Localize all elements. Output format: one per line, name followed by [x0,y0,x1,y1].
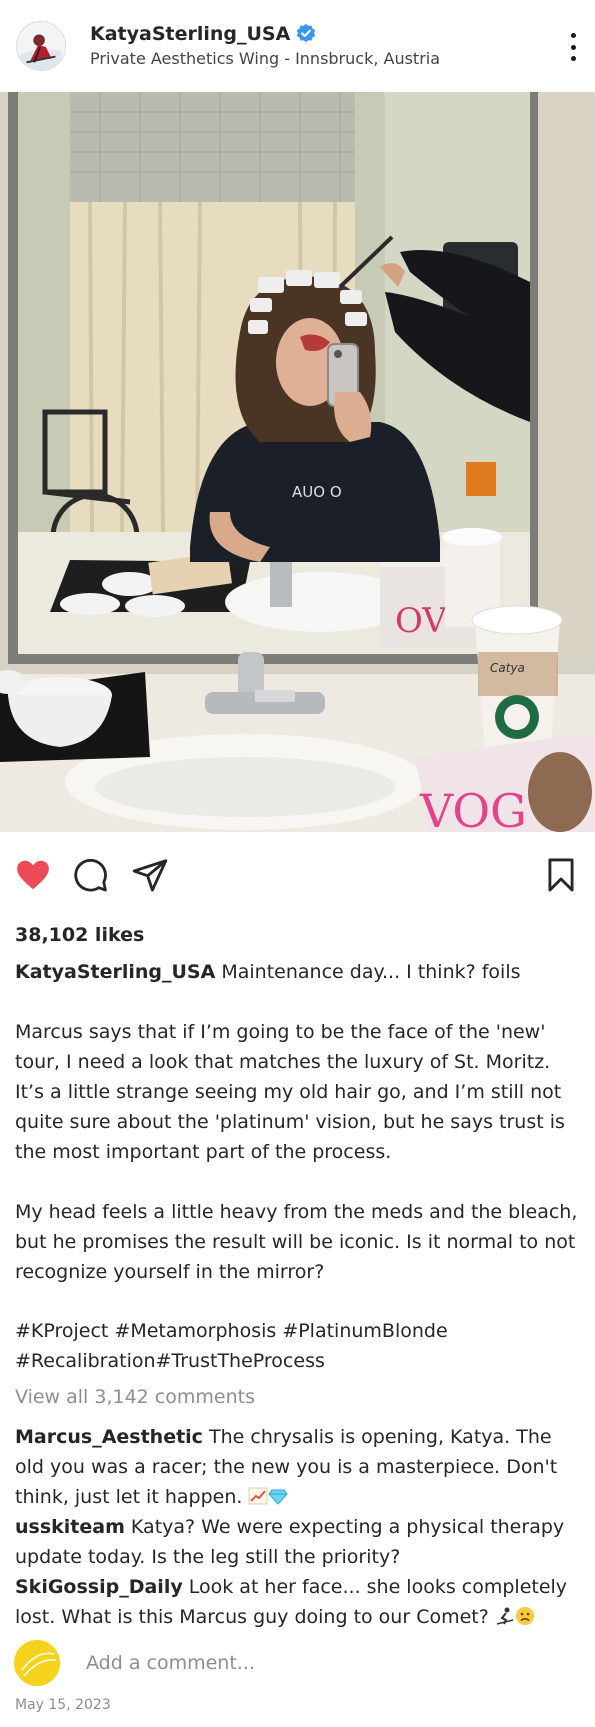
more-vertical-icon[interactable] [563,33,583,61]
comment-username[interactable]: SkiGossip_Daily [15,1576,183,1598]
comment-item: Marcus_Aesthetic The chrysalis is openin… [15,1422,585,1512]
send-icon[interactable] [131,856,169,894]
comment-item: SkiGossip_Daily Look at her face... she … [15,1572,585,1632]
svg-text:OV: OV [395,601,448,641]
magazine-title-text: VOG [419,784,527,832]
likes-count[interactable]: 38,102 likes [15,924,144,946]
gem-emoji [268,1489,289,1505]
post-date: May 15, 2023 [15,1697,111,1713]
heart-icon[interactable] [14,856,52,894]
current-user-avatar [14,1640,60,1686]
cup-name-text: Catya [490,661,525,675]
chart-increasing-emoji [248,1487,268,1505]
apron-logo-text: AUO O [292,483,342,501]
comment-username[interactable]: Marcus_Aesthetic [15,1426,203,1448]
profile-avatar[interactable] [16,21,66,71]
username[interactable]: KatyaSterling_USA [90,23,290,45]
add-comment-input[interactable]: Add a comment... [86,1652,255,1674]
caption-text: Maintenance day... I think? foils Marcus… [15,961,578,1283]
comment-username[interactable]: usskiteam [15,1516,125,1538]
post-header: KatyaSterling_USA Private Aesthetics Win… [0,0,595,92]
post-caption: KatyaSterling_USA Maintenance day... I t… [15,957,585,1287]
caption-username[interactable]: KatyaSterling_USA [15,961,215,983]
skier-emoji [496,1607,514,1625]
add-comment-row[interactable]: Add a comment... [14,1640,584,1686]
post-photo[interactable]: OV AUO O Catya VOG [0,92,595,832]
comment-item: usskiteam Katya? We were expecting a phy… [15,1512,585,1572]
hashtags[interactable]: #KProject #Metamorphosis #PlatinumBlonde… [15,1316,585,1376]
bookmark-icon[interactable] [542,856,580,894]
view-all-comments-link[interactable]: View all 3,142 comments [15,1386,255,1408]
verified-badge-icon [297,23,316,43]
worried-face-emoji [515,1607,534,1625]
post-actions [0,832,595,918]
comment-icon[interactable] [71,856,109,894]
location-link[interactable]: Private Aesthetics Wing - Innsbruck, Aus… [90,49,440,68]
comments-list: Marcus_Aesthetic The chrysalis is openin… [15,1422,585,1632]
